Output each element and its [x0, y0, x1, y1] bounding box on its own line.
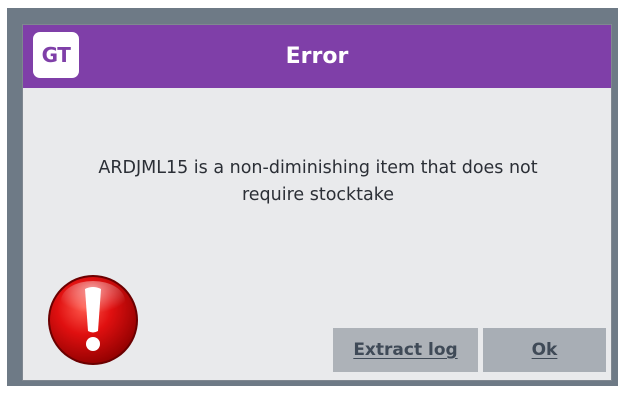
- ok-button[interactable]: Ok: [483, 328, 606, 372]
- error-exclamation-icon: [48, 275, 138, 365]
- extract-log-button[interactable]: Extract log: [333, 328, 478, 372]
- error-dialog: GT Error ARDJML15 is a non-diminishing i…: [22, 24, 612, 381]
- error-message: ARDJML15 is a non-diminishing item that …: [43, 155, 593, 209]
- dialog-title: Error: [285, 44, 349, 69]
- error-message-line-2: require stocktake: [241, 185, 395, 205]
- error-message-line-1: ARDJML15 is a non-diminishing item that …: [98, 158, 538, 178]
